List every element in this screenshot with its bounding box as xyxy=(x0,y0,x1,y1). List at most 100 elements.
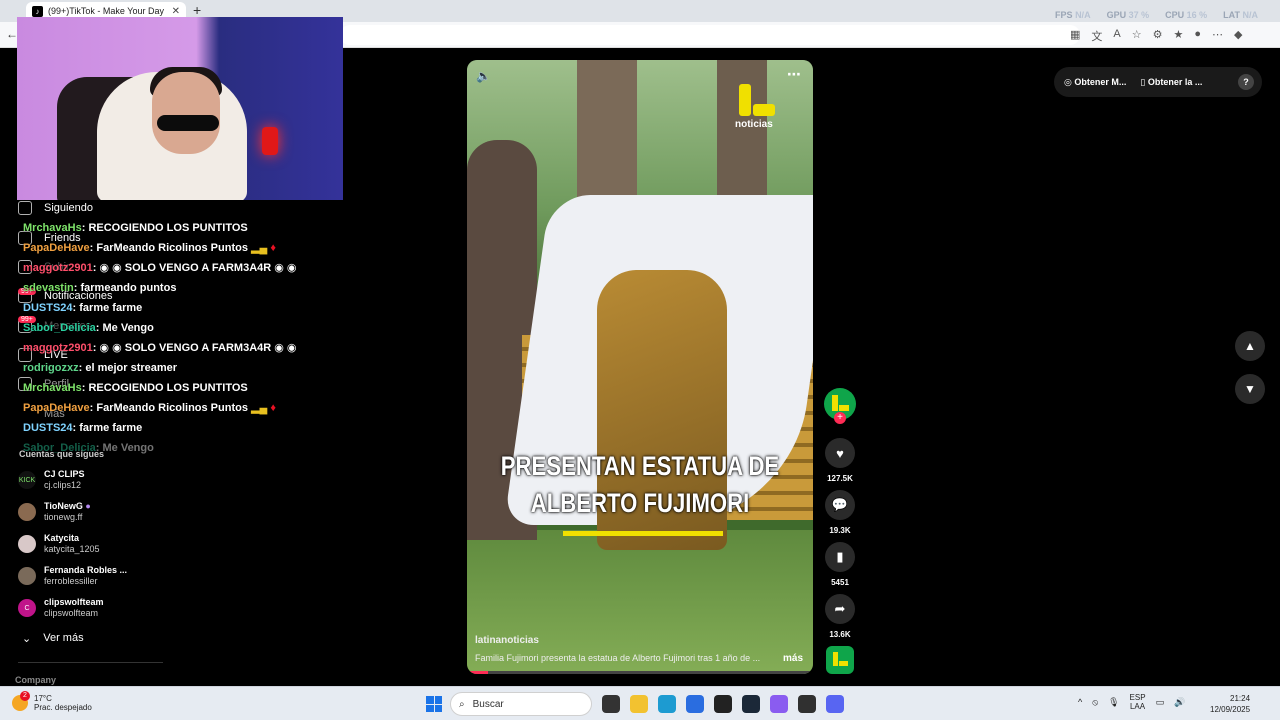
close-tab-icon[interactable]: ✕ xyxy=(172,6,186,17)
xbox-icon[interactable] xyxy=(714,695,732,713)
save-button[interactable]: ▮ 5451 xyxy=(823,542,857,587)
get-app-pill: ◎ Obtener M... ▯ Obtener la ... ? xyxy=(1054,67,1262,97)
clock[interactable]: 21:24 12/09/2025 xyxy=(1210,693,1250,715)
translate-icon[interactable]: 文 xyxy=(1091,28,1102,44)
get-app-button[interactable]: ▯ Obtener la ... xyxy=(1140,77,1202,88)
file-explorer-icon[interactable] xyxy=(630,695,648,713)
video-player[interactable]: noticias 🔈 ⋯ PRESENTAN ESTATUA DE ALBERT… xyxy=(467,60,813,674)
copilot-app-icon[interactable] xyxy=(770,695,788,713)
chat-line: MrchavaHs: RECOGIENDO LOS PUNTITOS xyxy=(23,382,248,394)
mic-icon[interactable]: 🎙 xyxy=(1108,697,1119,708)
more-description-link[interactable]: más xyxy=(783,653,803,664)
sound-disc[interactable] xyxy=(826,646,854,674)
windows-start-icon[interactable] xyxy=(426,696,442,712)
favorites-icon[interactable]: ★ xyxy=(1174,28,1184,44)
chat-line: DUSTS24: farme farme xyxy=(23,422,143,434)
creator-avatar[interactable]: + xyxy=(823,388,857,424)
account-item[interactable]: KICK CJ CLIPS cj.clips12 xyxy=(18,469,85,491)
avatar xyxy=(18,535,36,553)
chat-line: maggotz2901: ◉ ◉ SOLO VENGO A FARM3A4R ◉… xyxy=(23,342,297,354)
new-tab-button[interactable]: + xyxy=(193,2,201,18)
search-icon: ⌕ xyxy=(459,698,465,710)
windows-taskbar: 2 17°C Prac. despejado ⌕ Buscar ^ ⦸ 🎙 ESP L… xyxy=(0,686,1280,720)
next-video-button[interactable]: ▼ xyxy=(1235,374,1265,404)
chevron-down-icon: ▼ xyxy=(1244,382,1256,396)
stat-lat: LAT N/A xyxy=(1223,10,1258,20)
avatar xyxy=(18,567,36,585)
volume-tray-icon[interactable]: 🔊 xyxy=(1174,697,1185,708)
comment-icon: 💬 xyxy=(825,490,855,520)
comment-button[interactable]: 💬 19.3K xyxy=(823,490,857,535)
extensions-icon[interactable]: ⚙ xyxy=(1153,28,1163,44)
account-item[interactable]: Fernanda Robles ... ferroblessiller xyxy=(18,565,127,587)
divider xyxy=(18,662,163,663)
share-button[interactable]: ➦ 13.6K xyxy=(823,594,857,639)
language-indicator[interactable]: ESP LAA xyxy=(1130,693,1146,711)
video-headline: PRESENTAN ESTATUA DE ALBERTO FUJIMORI xyxy=(500,451,780,518)
comment-count: 19.3K xyxy=(829,526,851,535)
avatar: KICK xyxy=(18,471,36,489)
chat-line: MrchavaHs: RECOGIENDO LOS PUNTITOS xyxy=(23,222,248,234)
display-icon[interactable]: ▭ xyxy=(1156,697,1165,708)
chat-line: PapaDeHave: FarMeando Ricolinos Puntos ▂… xyxy=(23,402,276,414)
tiktok-icon: ♪ xyxy=(32,5,43,17)
stat-cpu: CPU 16 % xyxy=(1165,10,1208,20)
share-count: 13.6K xyxy=(829,630,851,639)
chat-line: sdevastin: farmeando puntos xyxy=(23,282,177,294)
video-author[interactable]: latinanoticias xyxy=(475,635,539,646)
store-icon[interactable] xyxy=(686,695,704,713)
menu-icon[interactable]: ⋯ xyxy=(1212,28,1223,44)
volume-icon[interactable]: 🔈 xyxy=(476,69,491,83)
read-aloud-icon[interactable]: A xyxy=(1113,28,1120,44)
toolbar-icons: ▦ 文 A ☆ ⚙ ★ ● ⋯ ◆ xyxy=(1070,28,1243,44)
perf-overlay: FPS N/A GPU 37 % CPU 16 % LAT N/A xyxy=(1055,10,1258,20)
company-link[interactable]: Company xyxy=(15,675,56,685)
see-more-button[interactable]: ⌄ Ver más xyxy=(22,632,84,645)
more-options-icon[interactable]: ⋯ xyxy=(787,66,801,83)
obs-icon[interactable] xyxy=(798,695,816,713)
previous-video-button[interactable]: ▲ xyxy=(1235,331,1265,361)
stat-gpu: GPU 37 % xyxy=(1106,10,1150,20)
stat-fps: FPS N/A xyxy=(1055,10,1091,20)
account-item[interactable]: TioNewG ● tionewg.ff xyxy=(18,501,91,523)
edge-icon[interactable] xyxy=(658,695,676,713)
network-icon[interactable]: ⦸ xyxy=(1092,697,1098,708)
chat-line: rodrigozxz: el mejor streamer xyxy=(23,362,178,374)
chat-line: Sabor_Delicia: Me Vengo xyxy=(23,322,154,334)
steam-icon[interactable] xyxy=(742,695,760,713)
sidebar-item-label: Siguiendo xyxy=(44,202,93,214)
follow-plus-icon[interactable]: + xyxy=(834,412,846,424)
account-item[interactable]: Katycita katycita_1205 xyxy=(18,533,100,555)
webcam-overlay xyxy=(17,17,343,200)
avatar xyxy=(18,503,36,521)
video-progress-bar[interactable] xyxy=(467,671,813,674)
url-field[interactable] xyxy=(340,25,1080,45)
chevron-up-icon: ▲ xyxy=(1244,339,1256,353)
discord-icon[interactable] xyxy=(826,695,844,713)
share-icon: ➦ xyxy=(825,594,855,624)
chat-line: maggotz2901: ◉ ◉ SOLO VENGO A FARM3A4R ◉… xyxy=(23,262,297,274)
taskbar-apps xyxy=(602,695,844,713)
sun-icon: 2 xyxy=(12,691,30,711)
tray-chevron-icon[interactable]: ^ xyxy=(1078,697,1082,707)
save-count: 5451 xyxy=(831,578,849,587)
taskbar-search[interactable]: ⌕ Buscar xyxy=(450,692,592,716)
logo-text: noticias xyxy=(735,119,773,130)
apps-icon[interactable]: ▦ xyxy=(1070,28,1080,44)
headline-underline xyxy=(563,531,723,536)
get-coins-button[interactable]: ◎ Obtener M... xyxy=(1064,77,1126,88)
help-icon[interactable]: ? xyxy=(1238,74,1254,90)
bookmark-icon: ▮ xyxy=(825,542,855,572)
favorite-star-icon[interactable]: ☆ xyxy=(1132,28,1142,44)
account-item[interactable]: Cclipswolfteam clipswolfteam xyxy=(18,597,104,619)
following-icon xyxy=(18,201,32,215)
task-view-icon[interactable] xyxy=(602,695,620,713)
live-chat-overlay: MrchavaHs: RECOGIENDO LOS PUNTITOS PapaD… xyxy=(23,220,297,460)
copilot-icon[interactable]: ◆ xyxy=(1234,28,1242,44)
like-button[interactable]: ♥ 127.5K xyxy=(823,438,857,483)
chat-line: PapaDeHave: FarMeando Ricolinos Puntos ▂… xyxy=(23,242,276,254)
sidebar-item-following[interactable]: Siguiendo xyxy=(18,201,93,215)
profile-icon[interactable]: ● xyxy=(1194,28,1201,44)
weather-widget[interactable]: 2 17°C Prac. despejado xyxy=(12,691,92,712)
following-accounts-title: Cuentas que sigues xyxy=(19,449,105,459)
